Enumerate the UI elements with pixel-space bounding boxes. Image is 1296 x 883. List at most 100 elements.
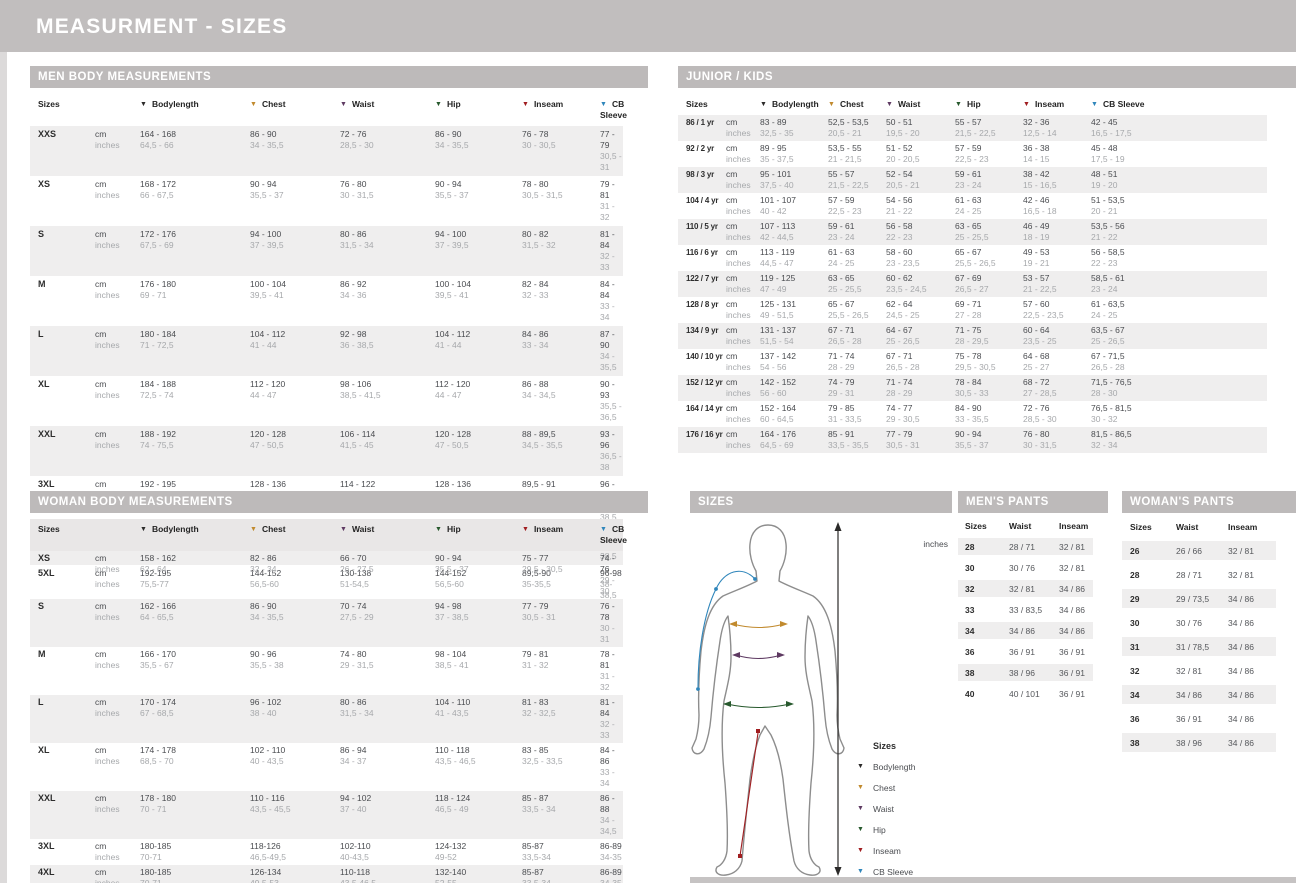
value-cm: 86 - 90 — [250, 601, 340, 612]
pants-row-34: 3434 / 8634 / 86 — [958, 622, 1093, 639]
measure-cell: 53 - 5721 - 22,5 — [1023, 273, 1091, 295]
value-inches: 31,5 - 34 — [340, 708, 435, 719]
value-cm: 94 - 100 — [435, 229, 522, 240]
pants-row-26: 2626 / 6632 / 81 — [1122, 541, 1276, 560]
value-cm: 81 - 83 — [522, 697, 600, 708]
unit-cm-label: cm — [95, 429, 140, 440]
measure-cell: 56 - 5822 - 23 — [886, 221, 955, 243]
value-cm: 131 - 137 — [760, 325, 828, 336]
pants-inseam: 32 / 81 — [1059, 542, 1093, 552]
value-cm: 86 - 92 — [340, 279, 435, 290]
value-cm: 55 - 57 — [828, 169, 886, 180]
value-cm: 79 - 81 — [600, 179, 623, 201]
value-cm: 67 - 71 — [886, 351, 955, 362]
col-header-label: Inseam — [1035, 99, 1064, 109]
value-cm: 104 - 110 — [435, 697, 522, 708]
unit-cm-label: cm — [95, 649, 140, 660]
pants-waist: 28 / 71 — [1176, 570, 1228, 580]
value-cm: 86-89 — [600, 841, 623, 852]
col-header-hip: ▼Hip — [435, 524, 522, 535]
measure-cell: 59 - 6123 - 24 — [828, 221, 886, 243]
value-cm: 67 - 69 — [955, 273, 1023, 284]
col-header-label: Bodylength — [152, 99, 199, 109]
value-inches: 26,5 - 27 — [955, 284, 1023, 295]
measure-cell: 93 - 9636,5 - 38 — [600, 429, 623, 473]
value-inches: 29 - 30,5 — [886, 414, 955, 425]
value-cm: 180-185 — [140, 841, 250, 852]
measure-cell: 120 - 12847 - 50,5 — [250, 429, 340, 451]
measure-cell: 86 - 9034 - 35,5 — [250, 129, 340, 151]
inseam-bottom-dot — [738, 854, 742, 858]
men-header-row: Sizes▼Bodylength▼Chest▼Waist▼Hip▼Inseam▼… — [30, 94, 623, 126]
value-cm: 166 - 170 — [140, 649, 250, 660]
sort-arrow-icon: ▼ — [522, 526, 529, 533]
value-inches: 71 - 72,5 — [140, 340, 250, 351]
bottom-edge-strip — [690, 877, 1296, 883]
pants-waist: 29 / 73,5 — [1176, 594, 1228, 604]
value-cm: 162 - 166 — [140, 601, 250, 612]
measure-cell: 174 - 17868,5 - 70 — [140, 745, 250, 767]
unit-inches-label: inches — [726, 440, 760, 451]
value-cm: 49 - 53 — [1023, 247, 1091, 258]
measure-cell: 45 - 4817,5 - 19 — [1091, 143, 1267, 165]
size-label: M — [38, 279, 95, 290]
pants-inseam: 32 / 81 — [1228, 546, 1276, 556]
value-inches: 37,5 - 40 — [760, 180, 828, 191]
sort-arrow-icon: ▼ — [1091, 101, 1098, 108]
measure-cell: 64 - 6825 - 27 — [1023, 351, 1091, 373]
unit-cm-label: cm — [95, 601, 140, 612]
size-label: XL — [38, 379, 95, 390]
waist-measure-line — [736, 655, 781, 659]
measure-cell: 126-13449,5-53 — [250, 867, 340, 883]
size-row-134 / 9 yr: 134 / 9 yrcminches131 - 13751,5 - 5467 -… — [678, 323, 1267, 349]
value-inches: 25 - 26,5 — [886, 336, 955, 347]
value-cm: 76 - 80 — [1023, 429, 1091, 440]
pants-size: 34 — [1130, 690, 1176, 700]
value-inches: 28 - 29,5 — [955, 336, 1023, 347]
value-inches: 31 - 32 — [600, 671, 623, 693]
value-cm: 57 - 60 — [1023, 299, 1091, 310]
measure-cell: 56 - 58,522 - 23 — [1091, 247, 1267, 269]
value-cm: 53 - 57 — [1023, 273, 1091, 284]
col-header-label: Bodylength — [152, 524, 199, 534]
unit-cell: cminches — [95, 329, 140, 351]
value-inches: 33 - 34 — [522, 340, 600, 351]
unit-inches-label: inches — [726, 232, 760, 243]
measure-cell: 55 - 5721,5 - 22,5 — [828, 169, 886, 191]
measure-cell: 102 - 11040 - 43,5 — [250, 745, 340, 767]
value-cm: 77 - 79 — [886, 429, 955, 440]
measure-cell: 53,5 - 5621 - 22 — [1091, 221, 1267, 243]
sort-arrow-icon: ▼ — [828, 101, 835, 108]
value-cm: 126-134 — [250, 867, 340, 878]
measure-cell: 142 - 15256 - 60 — [760, 377, 828, 399]
value-cm: 53,5 - 56 — [1091, 221, 1267, 232]
col-header-bodylength: ▼Bodylength — [140, 524, 250, 535]
value-inches: 28,5 - 30 — [340, 140, 435, 151]
value-inches: 72,5 - 74 — [140, 390, 250, 401]
pants-waist: 30 / 76 — [1009, 563, 1059, 573]
value-inches: 33 - 34 — [600, 301, 623, 323]
value-cm: 124-132 — [435, 841, 522, 852]
value-inches: 35,5 - 37 — [955, 440, 1023, 451]
value-cm: 65 - 67 — [828, 299, 886, 310]
size-label: 128 / 8 yr — [686, 299, 726, 310]
value-inches: 17,5 - 19 — [1091, 154, 1267, 165]
value-inches: 28 - 29 — [828, 362, 886, 373]
legend-arrow-icon: ▼ — [857, 805, 873, 812]
value-inches: 38 - 40 — [250, 708, 340, 719]
value-cm: 78 - 84 — [955, 377, 1023, 388]
unit-inches-label: inches — [95, 140, 140, 151]
measure-cell: 76 - 8030 - 31,5 — [340, 179, 435, 201]
inseam-measure-line — [740, 733, 758, 856]
measure-cell: 83 - 8932,5 - 35 — [760, 117, 828, 139]
value-inches: 64 - 65,5 — [140, 612, 250, 623]
pants-inseam: 34 / 86 — [1059, 584, 1093, 594]
unit-cell: cminches — [726, 195, 760, 217]
unit-cell: cminches — [95, 179, 140, 201]
measure-cell: 104 - 11241 - 44 — [250, 329, 340, 351]
size-label: S — [38, 601, 95, 612]
size-chart-page: MEASURMENT - SIZES MEN BODY MEASUREMENTS… — [0, 0, 1296, 883]
value-inches: 20 - 20,5 — [886, 154, 955, 165]
unit-cell: cminches — [95, 553, 140, 575]
unit-cm-label: cm — [726, 403, 760, 414]
